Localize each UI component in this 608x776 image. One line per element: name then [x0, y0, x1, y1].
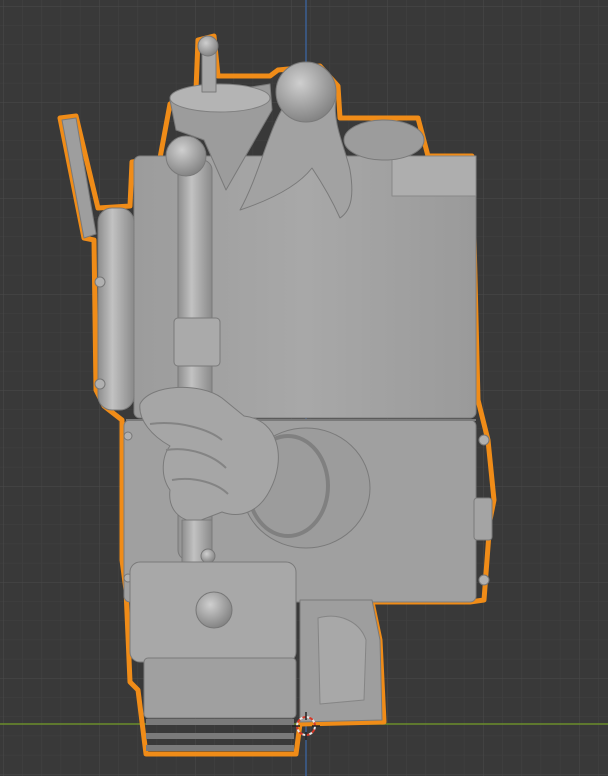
top-right-block: [391, 155, 477, 197]
right-bolt-1: [478, 434, 490, 446]
top-pipe-cap: [197, 35, 219, 57]
3d-viewport[interactable]: [0, 0, 608, 776]
right-bolt-2: [478, 574, 490, 586]
top-cylinder-rim: [169, 83, 271, 113]
rod-bolt: [200, 548, 216, 564]
top-pipe: [201, 51, 217, 93]
right-latch: [473, 497, 493, 541]
rear-ring: [343, 119, 425, 161]
left-bolt-lower-1: [123, 431, 133, 441]
tentacle-ball: [275, 61, 337, 123]
grip-base: [143, 657, 297, 719]
grip-knob: [195, 591, 233, 629]
left-bolt-top: [94, 276, 106, 288]
lower-right-leg-detail: [317, 615, 367, 705]
left-bolt-bottom: [94, 378, 106, 390]
handle-clamp: [173, 317, 221, 367]
handle-top-knob: [165, 135, 207, 177]
viewport-canvas[interactable]: [0, 0, 608, 776]
